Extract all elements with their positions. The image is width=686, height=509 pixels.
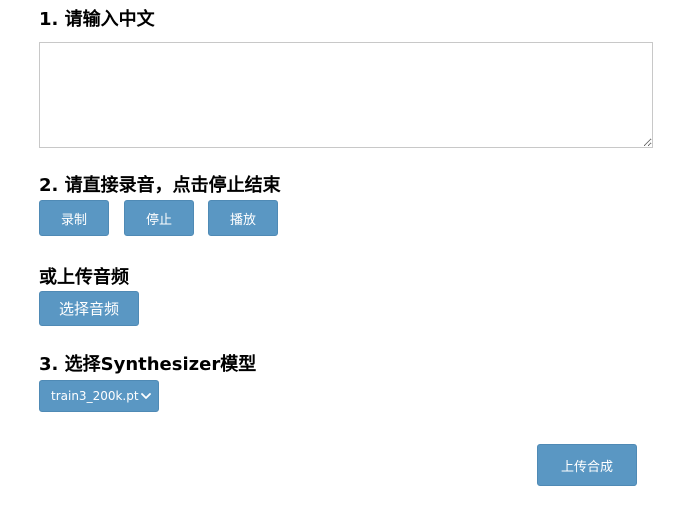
record-button-label: 录制 <box>60 212 87 228</box>
upload-audio-heading: 或上传音频 <box>39 267 129 288</box>
upload-synthesize-button[interactable]: 上传合成 <box>537 444 637 486</box>
play-button[interactable]: 播放 <box>208 200 278 236</box>
upload-synthesize-button-label: 上传合成 <box>560 459 613 475</box>
section-2-heading: 2. 请直接录音，点击停止结束 <box>39 175 281 196</box>
synthesizer-model-value: train3_200k.pt <box>51 389 139 403</box>
choose-audio-button-label: 选择音频 <box>58 300 119 318</box>
stop-button[interactable]: 停止 <box>124 200 194 236</box>
record-button[interactable]: 录制 <box>39 200 109 236</box>
synthesizer-model-select[interactable]: train3_200k.pt <box>39 380 159 412</box>
stop-button-label: 停止 <box>145 212 172 228</box>
choose-audio-button[interactable]: 选择音频 <box>39 291 139 326</box>
chevron-down-icon <box>141 393 151 399</box>
section-1-heading: 1. 请输入中文 <box>39 9 155 30</box>
play-button-label: 播放 <box>229 212 256 228</box>
page: 1. 请输入中文 2. 请直接录音，点击停止结束 录制 停止 播放 或上传音频 … <box>0 0 686 509</box>
section-3-heading: 3. 选择Synthesizer模型 <box>39 354 257 375</box>
chinese-text-input[interactable] <box>39 42 653 148</box>
